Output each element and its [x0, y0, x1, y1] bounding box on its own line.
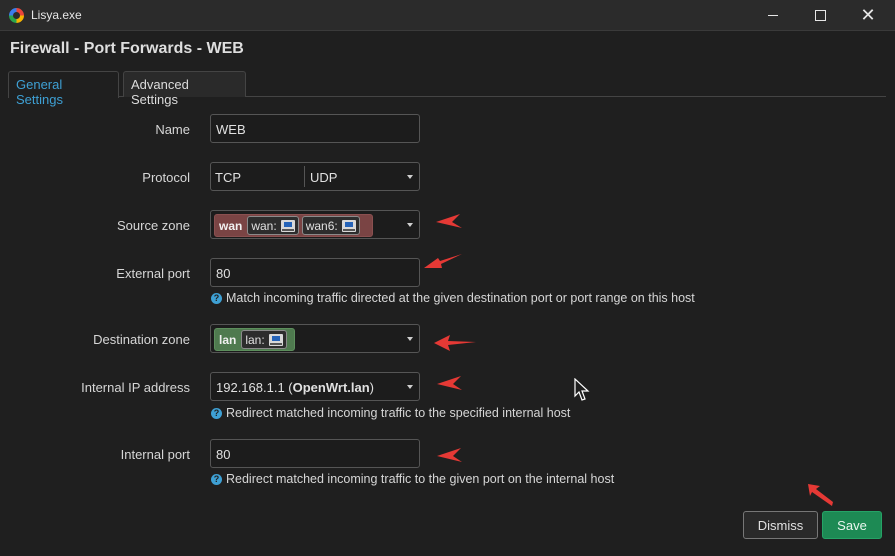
page-title: Firewall - Port Forwards - WEB	[10, 40, 244, 57]
zone-badge-wan: wan wan: wan6:	[214, 214, 373, 237]
help-icon: ?	[211, 407, 222, 419]
name-input[interactable]: WEB	[210, 114, 420, 143]
network-interface-icon	[341, 219, 356, 232]
annotation-arrow-icon	[436, 214, 462, 228]
zone-name: lan	[219, 332, 237, 347]
protocol-select[interactable]: TCP UDP	[210, 162, 420, 191]
internal-port-input[interactable]: 80	[210, 439, 420, 468]
tab-bar: General Settings Advanced Settings	[8, 71, 886, 107]
annotation-arrow-icon	[808, 484, 833, 506]
app-icon	[9, 8, 24, 23]
maximize-icon[interactable]	[797, 0, 843, 31]
network-interface-icon	[280, 219, 295, 232]
internal-ip-label: Internal IP address	[81, 380, 190, 395]
external-port-help: ? Match incoming traffic directed at the…	[211, 291, 695, 305]
external-port-label: External port	[116, 266, 190, 281]
protocol-option-tcp[interactable]: TCP	[215, 170, 241, 185]
internal-ip-help: ? Redirect matched incoming traffic to t…	[211, 406, 570, 420]
name-value: WEB	[216, 122, 246, 137]
destination-zone-select[interactable]: lan lan:	[210, 324, 420, 353]
chevron-down-icon	[407, 223, 413, 227]
protocol-label: Protocol	[142, 170, 190, 185]
external-port-input[interactable]: 80	[210, 258, 420, 287]
chevron-down-icon	[407, 337, 413, 341]
help-icon: ?	[211, 473, 222, 485]
interface-chip: lan:	[241, 330, 287, 349]
source-zone-select[interactable]: wan wan: wan6:	[210, 210, 420, 239]
source-zone-label: Source zone	[117, 218, 190, 233]
window-titlebar: Lisya.exe ✕	[0, 0, 895, 31]
mouse-cursor-icon	[574, 378, 590, 401]
internal-ip-value: 192.168.1.1 (OpenWrt.lan)	[216, 380, 375, 395]
tab-advanced-settings[interactable]: Advanced Settings	[123, 71, 246, 107]
internal-port-help: ? Redirect matched incoming traffic to t…	[211, 472, 614, 486]
save-button[interactable]: Save	[822, 511, 882, 539]
interface-chip: wan6:	[301, 216, 360, 235]
tab-general-settings[interactable]: General Settings	[8, 71, 119, 107]
name-label: Name	[155, 122, 190, 137]
internal-port-value: 80	[216, 447, 231, 462]
zone-name: wan	[219, 218, 243, 233]
window-title: Lisya.exe	[31, 8, 82, 22]
annotation-arrow-icon	[424, 254, 462, 268]
network-interface-icon	[268, 333, 283, 346]
close-icon[interactable]: ✕	[845, 0, 891, 31]
chevron-down-icon	[407, 385, 413, 389]
external-port-value: 80	[216, 266, 231, 281]
annotation-arrow-icon	[437, 448, 462, 462]
chevron-down-icon	[407, 175, 413, 179]
zone-badge-lan: lan lan:	[214, 328, 295, 351]
annotation-arrow-icon	[434, 335, 476, 351]
protocol-divider	[304, 166, 305, 187]
protocol-option-udp[interactable]: UDP	[310, 170, 337, 185]
internal-port-label: Internal port	[120, 447, 190, 462]
interface-chip: wan:	[247, 216, 299, 235]
dismiss-button[interactable]: Dismiss	[743, 511, 818, 539]
help-icon: ?	[211, 292, 222, 304]
internal-ip-select[interactable]: 192.168.1.1 (OpenWrt.lan)	[210, 372, 420, 401]
destination-zone-label: Destination zone	[93, 332, 190, 347]
annotation-arrow-icon	[437, 376, 462, 390]
minimize-icon[interactable]	[750, 0, 796, 31]
